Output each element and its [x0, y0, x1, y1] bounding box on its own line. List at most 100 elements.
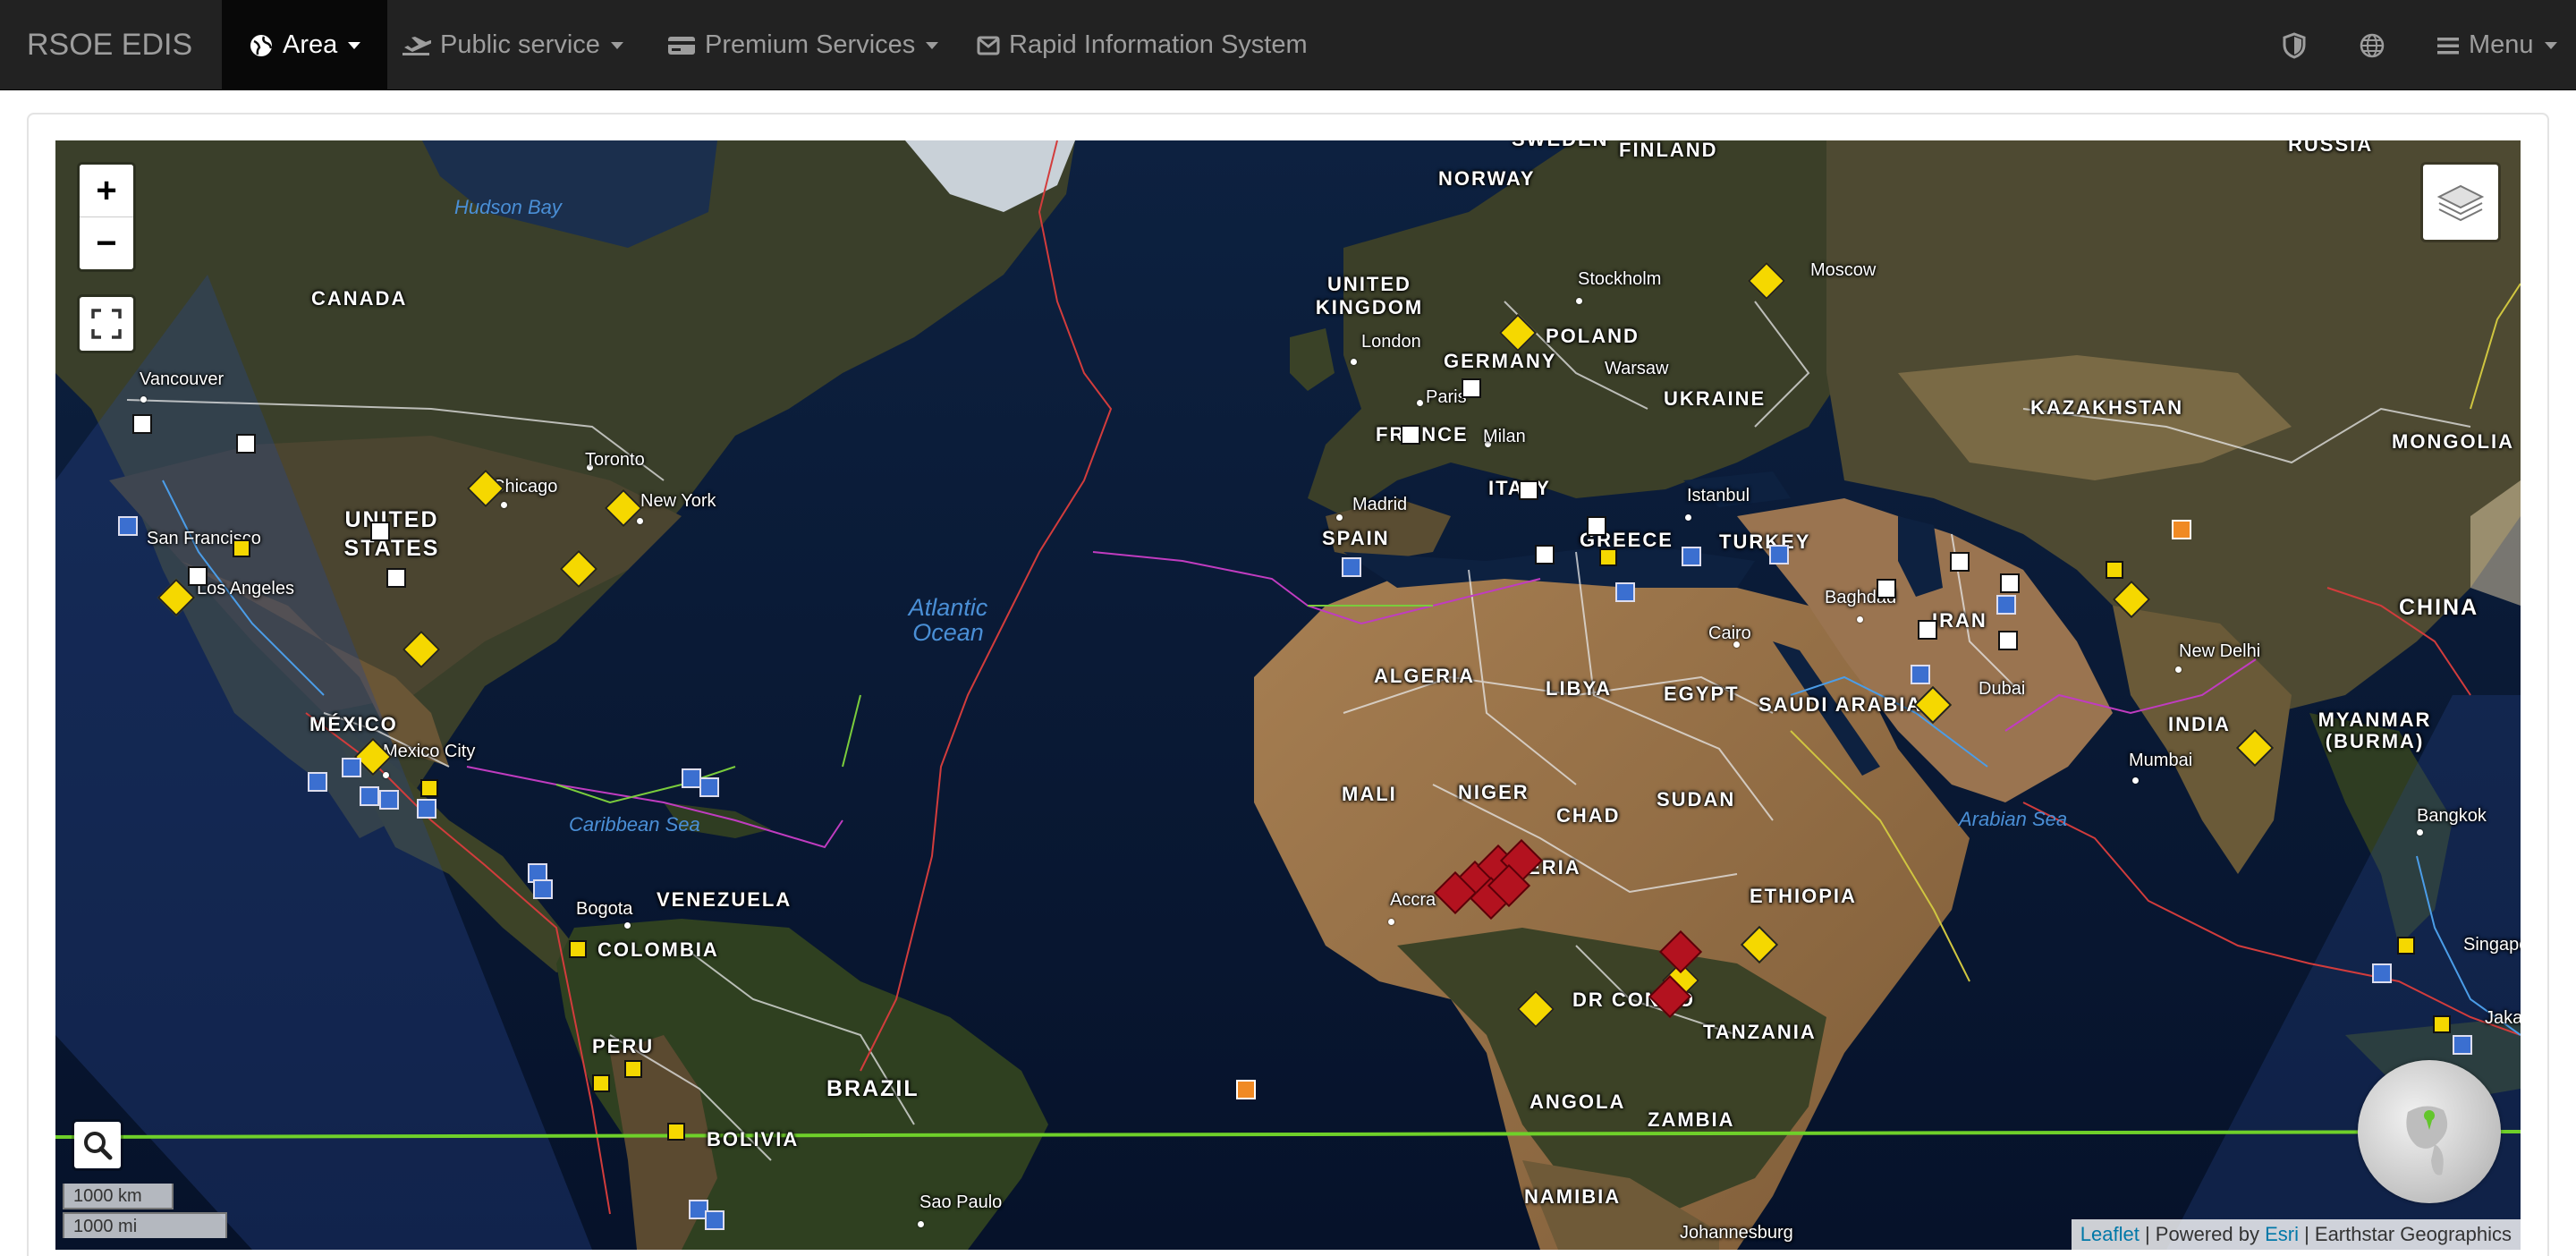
attribution-rest: | Earthstar Geographics: [2298, 1223, 2512, 1245]
nav-area-dropdown[interactable]: Area: [222, 0, 388, 90]
event-marker-blue[interactable]: [417, 799, 436, 819]
city-label: Mumbai: [2129, 751, 2193, 770]
city-label: Istanbul: [1687, 486, 1750, 505]
event-marker-white[interactable]: [132, 414, 152, 434]
country-label: BOLIVIA: [707, 1128, 800, 1150]
city-label: Vancouver: [140, 369, 225, 389]
world-map[interactable]: Hudson Bay Atlantic Ocean Caribbean Sea …: [55, 140, 2521, 1250]
event-marker-blue[interactable]: [342, 758, 361, 777]
country-label: MYANMAR (BURMA): [2318, 709, 2432, 752]
nav-rapid-information-system[interactable]: Rapid Information System: [977, 0, 1308, 90]
event-marker-yellow-square[interactable]: [592, 1074, 610, 1092]
city-label: Stockholm: [1578, 269, 1662, 289]
event-marker-white[interactable]: [1918, 620, 1937, 640]
event-marker-blue[interactable]: [1769, 545, 1789, 564]
event-marker-blue[interactable]: [1911, 665, 1930, 684]
event-marker-yellow-square[interactable]: [624, 1060, 642, 1078]
shield-icon: [2283, 31, 2306, 59]
country-label: LIBYA: [1546, 677, 1612, 700]
country-label: ANGOLA: [1530, 1091, 1626, 1113]
event-marker-white[interactable]: [386, 568, 406, 588]
country-label: IRAN: [1932, 609, 1987, 632]
city-label: Mexico City: [383, 742, 476, 761]
event-marker-blue[interactable]: [379, 790, 399, 810]
event-marker-yellow-square[interactable]: [667, 1123, 685, 1141]
event-marker-blue[interactable]: [1615, 582, 1635, 602]
scale-bar-mi: 1000 mi: [63, 1212, 227, 1238]
event-marker-blue[interactable]: [699, 777, 719, 797]
event-marker-blue[interactable]: [2372, 963, 2392, 983]
event-marker-blue[interactable]: [682, 768, 701, 788]
city-label: Sao Paulo: [919, 1192, 1003, 1212]
event-marker-white[interactable]: [370, 522, 390, 541]
event-marker-white[interactable]: [1998, 631, 2018, 650]
country-label: CHAD: [1556, 804, 1621, 827]
nav-menu-dropdown[interactable]: Menu: [2436, 0, 2557, 90]
event-marker-blue[interactable]: [1342, 557, 1361, 577]
event-marker-yellow-square[interactable]: [569, 940, 587, 958]
event-marker-blue[interactable]: [308, 772, 327, 792]
city-label: Warsaw: [1605, 359, 1669, 378]
event-marker-white[interactable]: [1587, 516, 1606, 536]
nav-public-service-label: Public service: [440, 30, 600, 59]
credit-card-icon: [667, 34, 696, 57]
event-marker-white[interactable]: [2000, 573, 2020, 593]
country-label: COLOMBIA: [597, 938, 719, 961]
city-label: Moscow: [1810, 260, 1877, 280]
country-label: CANADA: [311, 287, 408, 310]
event-marker-yellow-square[interactable]: [2106, 561, 2123, 579]
event-marker-white[interactable]: [1535, 545, 1555, 564]
zoom-out-button[interactable]: −: [80, 216, 133, 269]
city-dot: [140, 396, 147, 403]
country-label: SUDAN: [1657, 788, 1736, 810]
event-marker-white[interactable]: [1401, 425, 1420, 445]
event-marker-white[interactable]: [1462, 378, 1481, 398]
country-label: PERU: [592, 1035, 655, 1057]
fullscreen-button[interactable]: [77, 294, 136, 353]
event-marker-blue[interactable]: [533, 879, 553, 899]
event-marker-white[interactable]: [236, 434, 256, 454]
nav-shield-button[interactable]: [2283, 0, 2306, 90]
zoom-in-button[interactable]: +: [80, 165, 133, 216]
layers-control-button[interactable]: [2420, 162, 2501, 242]
ocean-label: Caribbean Sea: [569, 813, 700, 836]
country-label: INDIA: [2168, 713, 2231, 735]
event-marker-yellow-square[interactable]: [1599, 548, 1617, 566]
event-marker-yellow-square[interactable]: [233, 539, 250, 557]
city-label: Paris: [1426, 387, 1467, 407]
city-dot: [2132, 777, 2139, 784]
scale-bar-km: 1000 km: [63, 1184, 174, 1209]
city-label: Dubai: [1979, 679, 2026, 699]
event-marker-yellow-square[interactable]: [420, 779, 438, 797]
country-label: ALGERIA: [1374, 665, 1475, 687]
event-marker-blue[interactable]: [1682, 547, 1701, 566]
city-dot: [1351, 359, 1357, 365]
event-marker-white[interactable]: [1877, 579, 1896, 598]
event-marker-yellow-square[interactable]: [2433, 1015, 2451, 1033]
event-marker-white[interactable]: [188, 566, 208, 586]
ocean-label: Hudson Bay: [454, 196, 562, 218]
country-label: NIGER: [1458, 781, 1530, 803]
nav-language-button[interactable]: [2360, 0, 2385, 90]
esri-link[interactable]: Esri: [2265, 1223, 2299, 1245]
leaflet-link[interactable]: Leaflet: [2080, 1223, 2140, 1245]
event-marker-white[interactable]: [1950, 552, 1970, 572]
country-label: RUSSIA: [2288, 140, 2374, 156]
event-marker-blue[interactable]: [2453, 1035, 2472, 1055]
event-marker-yellow-square[interactable]: [2397, 937, 2415, 955]
event-marker-orange[interactable]: [1236, 1080, 1256, 1099]
event-marker-blue[interactable]: [1996, 595, 2016, 615]
brand-logo[interactable]: RSOE EDIS: [27, 0, 192, 90]
globe-minimap[interactable]: [2358, 1060, 2501, 1203]
event-marker-blue[interactable]: [705, 1210, 724, 1230]
event-marker-blue[interactable]: [360, 786, 379, 806]
nav-premium-services-dropdown[interactable]: Premium Services: [667, 0, 939, 90]
city-label: New Delhi: [2179, 641, 2261, 661]
map-search-button[interactable]: [72, 1119, 123, 1171]
event-marker-blue[interactable]: [118, 516, 138, 536]
nav-public-service-dropdown[interactable]: Public service: [401, 0, 623, 90]
city-label: Jakarta: [2485, 1008, 2521, 1028]
country-label: SPAIN: [1322, 527, 1390, 549]
event-marker-white[interactable]: [1519, 480, 1538, 500]
event-marker-orange[interactable]: [2172, 520, 2191, 539]
